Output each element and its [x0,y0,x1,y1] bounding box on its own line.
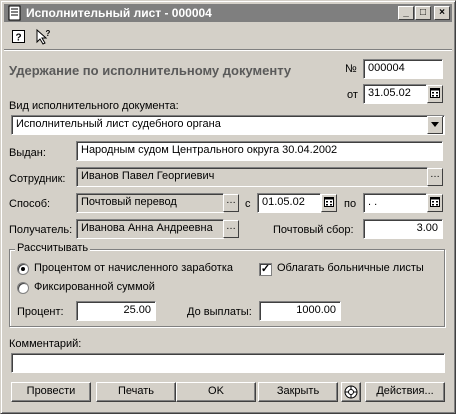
calendar-icon [430,197,440,207]
employee-label: Сотрудник: [9,173,66,185]
post-button[interactable]: Провести [11,382,91,402]
toolbar-divider [4,49,452,51]
radio-percent[interactable] [17,263,29,275]
print-button[interactable]: Печать [96,382,176,402]
postal-fee-label: Почтовый сбор: [273,224,354,236]
doc-type-dropdown-button[interactable] [427,116,443,134]
recipient-label: Получатель: [9,224,73,236]
doc-type-select[interactable]: Исполнительный лист судебного органа [11,115,445,135]
calendar-icon [430,88,440,98]
minimize-button[interactable]: _ [398,6,414,20]
comment-label: Комментарий: [9,338,82,350]
dialog-window: Исполнительный лист - 000004 _ □ × ? ? У… [0,0,456,414]
issued-label: Выдан: [9,147,46,159]
comment-field[interactable] [11,353,445,373]
form-heading: Удержание по исполнительному документу [9,63,292,78]
document-icon [7,5,23,21]
number-field[interactable]: 000004 [363,59,443,79]
radio-percent-label[interactable]: Процентом от начисленного заработка [34,262,233,274]
recipient-select-button[interactable]: … [223,220,239,238]
actions-button[interactable]: Действия... [365,382,445,402]
doc-type-label: Вид исполнительного документа: [9,100,179,112]
calc-group-title: Рассчитывать [15,242,91,254]
help-icon[interactable]: ? [11,29,27,45]
whats-this-icon[interactable]: ? [34,28,52,46]
svg-text:?: ? [15,33,21,44]
method-field[interactable]: Почтовый перевод [76,193,224,213]
maximize-button[interactable]: □ [415,6,431,20]
svg-text:?: ? [46,29,51,38]
number-label: № [345,63,357,75]
title-bar[interactable]: Исполнительный лист - 000004 _ □ × [4,4,452,22]
from-calendar-button[interactable] [321,194,337,212]
percent-field[interactable]: 25.00 [76,301,156,321]
close-window-button[interactable]: × [434,6,450,20]
recipient-field[interactable]: Иванова Анна Андреевна [76,219,224,239]
ok-button[interactable]: OK [176,382,256,402]
from-date-field[interactable]: 01.05.02 [257,193,321,213]
percent-label: Процент: [17,306,64,318]
method-select-button[interactable]: … [223,194,239,212]
calendar-icon [324,197,334,207]
radio-fixed[interactable] [17,282,29,294]
window-title: Исполнительный лист - 000004 [26,6,212,20]
radio-fixed-label[interactable]: Фиксированной суммой [34,281,155,293]
close-button[interactable]: Закрыть [258,382,338,402]
options-icon [344,385,358,399]
calendar-button[interactable] [427,85,443,103]
checkbox-sick-leave[interactable]: ✓ [259,263,272,276]
chevron-down-icon [431,122,439,127]
checkbox-sick-leave-label[interactable]: Облагать больничные листы [277,262,424,274]
date-label: от [347,89,358,101]
to-date-field[interactable]: . . [363,193,427,213]
employee-field[interactable]: Иванов Павел Георгиевич [76,167,428,187]
method-label: Способ: [9,198,51,210]
to-label: по [344,198,357,210]
employee-select-button[interactable]: … [427,168,443,186]
to-calendar-button[interactable] [427,194,443,212]
payout-field[interactable]: 1000.00 [259,301,341,321]
date-field[interactable]: 31.05.02 [363,84,427,104]
issued-field[interactable]: Народным судом Центрального округа 30.04… [76,141,443,161]
from-label: с [245,198,251,210]
payout-label: До выплаты: [187,306,252,318]
options-button[interactable] [341,382,361,402]
postal-fee-field[interactable]: 3.00 [363,219,443,239]
